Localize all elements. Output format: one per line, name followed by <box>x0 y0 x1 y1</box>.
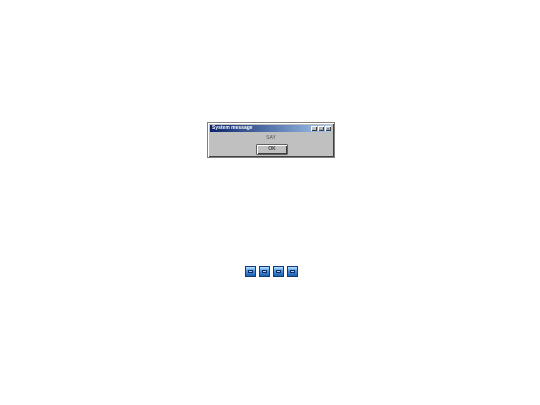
app-icon-3[interactable] <box>273 266 284 277</box>
dialog-title: System message <box>212 125 253 131</box>
ok-button[interactable]: OK <box>257 145 287 154</box>
app-icon-4[interactable] <box>287 266 298 277</box>
icon-row <box>245 266 298 277</box>
close-button[interactable]: × <box>325 126 331 131</box>
desktop: System message _ □ × SAY OK <box>0 0 540 405</box>
app-icon-1[interactable] <box>245 266 256 277</box>
dialog-message: SAY <box>266 135 276 141</box>
system-message-dialog: System message _ □ × SAY OK <box>207 122 335 158</box>
app-icon-2[interactable] <box>259 266 270 277</box>
dialog-titlebar[interactable]: System message _ □ × <box>210 125 332 132</box>
maximize-button[interactable]: □ <box>318 126 324 131</box>
minimize-button[interactable]: _ <box>311 126 317 131</box>
